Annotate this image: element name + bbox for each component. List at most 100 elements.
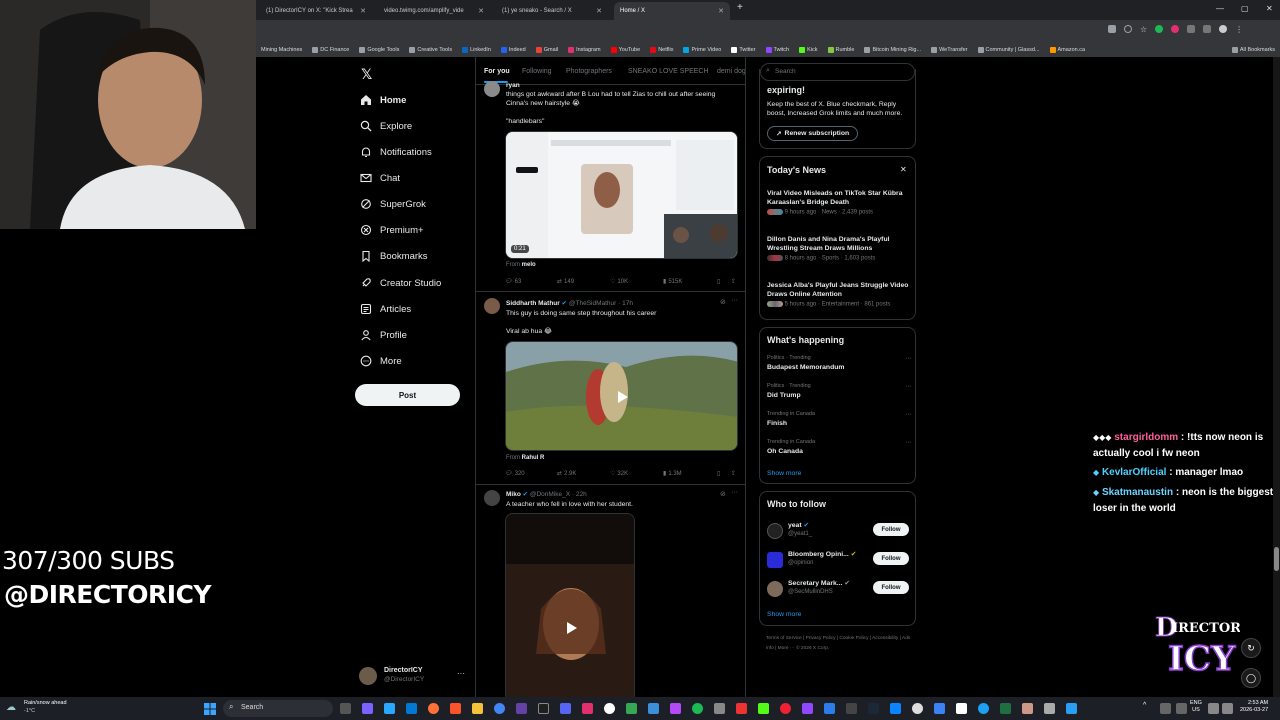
bookmark-item[interactable]: Prime Video	[678, 46, 726, 53]
views-button[interactable]: ▮ 515K	[663, 278, 682, 286]
taskbar-app-icon[interactable]	[516, 703, 527, 714]
wifi-icon[interactable]	[1208, 703, 1219, 714]
share-icon[interactable]: ⇪	[731, 470, 736, 477]
tab-following[interactable]: Following	[522, 68, 552, 75]
follow-button[interactable]: Follow	[873, 523, 909, 536]
video-source[interactable]: From Rahul R	[506, 455, 544, 461]
tweet-video[interactable]: 0:21	[505, 131, 738, 259]
nav-chat[interactable]: Chat	[360, 170, 400, 186]
grok-icon[interactable]: ⊘	[720, 298, 726, 306]
clock[interactable]: 2:53 AM 2026-03-27	[1240, 700, 1268, 714]
scrollbar-thumb[interactable]	[1274, 547, 1279, 571]
bookmark-item[interactable]: Creative Tools	[404, 46, 457, 53]
nav-creator-studio[interactable]: Creator Studio	[360, 275, 441, 291]
more-icon[interactable]: ···	[731, 489, 738, 496]
taskbar-app-icon[interactable]	[362, 703, 373, 714]
chrome-icon[interactable]	[494, 703, 505, 714]
close-icon[interactable]: ✕	[478, 7, 484, 15]
browser-tab[interactable]: video.twimg.com/amplify_vide ✕	[378, 2, 490, 20]
reply-button[interactable]: 💬︎ 320	[505, 470, 525, 478]
more-icon[interactable]: ···	[731, 297, 738, 304]
follow-suggestion[interactable]: Bloomberg Opini... ✔ @opinion Follow	[767, 549, 912, 571]
taskbar-search[interactable]: ⌕ Search	[223, 700, 333, 717]
close-icon[interactable]: ✕	[360, 7, 366, 15]
new-tab-icon[interactable]: +	[737, 2, 743, 13]
browser-tab-active[interactable]: Home / X ✕	[614, 2, 730, 20]
taskbar-app-icon[interactable]	[978, 703, 989, 714]
close-icon[interactable]: ✕	[596, 7, 602, 15]
tray-icon[interactable]	[1160, 703, 1171, 714]
file-explorer-icon[interactable]	[472, 703, 483, 714]
bookmark-icon[interactable]: ▯	[717, 470, 720, 477]
weather-text[interactable]: Rain/snow ahead	[24, 700, 67, 706]
taskbar-app-icon[interactable]	[582, 703, 593, 714]
tweet[interactable]: Siddharth Mathur ✔ @TheSidMathur · 17h ⊘…	[476, 292, 745, 484]
taskbar-app-icon[interactable]	[736, 703, 747, 714]
bookmark-item[interactable]: Amazon.ca	[1045, 46, 1091, 53]
footer-link[interactable]: Accessibility	[872, 636, 898, 641]
chat-bubble-icon[interactable]: ◯	[1241, 668, 1261, 688]
taskbar-app-icon[interactable]	[1022, 703, 1033, 714]
obs-icon[interactable]	[604, 703, 615, 714]
grok-icon[interactable]: ⊘	[720, 490, 726, 498]
news-item[interactable]: Dillon Danis and Nina Drama's Playful Wr…	[767, 236, 912, 262]
taskbar-app-icon[interactable]	[824, 703, 835, 714]
bookmark-item[interactable]: Netflix	[645, 46, 678, 53]
taskbar-app-icon[interactable]	[934, 703, 945, 714]
kick-icon[interactable]	[758, 703, 769, 714]
taskbar-app-icon[interactable]	[912, 703, 923, 714]
trend-item[interactable]: Trending in Canada Oh Canada ···	[767, 439, 912, 455]
profile-avatar-icon[interactable]	[1219, 25, 1228, 33]
bookmark-item[interactable]: Rumble	[823, 46, 860, 53]
extension-icon[interactable]	[1155, 25, 1164, 33]
nav-notifications[interactable]: Notifications	[360, 144, 432, 160]
post-button[interactable]: Post	[355, 384, 460, 406]
tab-for-you[interactable]: For you	[484, 68, 510, 75]
show-more-link[interactable]: Show more	[767, 611, 801, 618]
account-switcher[interactable]: DirectorICY @DirectorICY ···	[359, 665, 467, 687]
taskbar-app-icon[interactable]	[340, 703, 351, 714]
nav-supergrok[interactable]: SuperGrok	[360, 196, 426, 212]
star-icon[interactable]: ☆	[1140, 25, 1147, 37]
news-item[interactable]: Jessica Alba's Playful Jeans Struggle Vi…	[767, 282, 912, 308]
minimize-icon[interactable]: —	[1216, 4, 1224, 13]
bookmark-item[interactable]: Indeed	[496, 46, 531, 53]
like-button[interactable]: ♡ 32K	[610, 470, 628, 478]
taskbar-app-icon[interactable]	[384, 703, 395, 714]
browser-tab[interactable]: (1) ye sneako - Search / X ✕	[496, 2, 608, 20]
tweet[interactable]: ryan things got awkward after B Lou had …	[476, 81, 745, 291]
bookmark-item[interactable]: LinkedIn	[457, 46, 496, 53]
bookmark-item[interactable]: Kick	[794, 46, 822, 53]
nav-articles[interactable]: Articles	[360, 301, 411, 317]
taskbar-app-icon[interactable]	[780, 703, 791, 714]
follow-suggestion[interactable]: Secretary Mark... ✔ @SecMullinDHS Follow	[767, 578, 912, 600]
taskbar-app-icon[interactable]	[626, 703, 637, 714]
tweet-video[interactable]	[505, 513, 635, 697]
taskbar-app-icon[interactable]	[538, 703, 549, 714]
like-button[interactable]: ♡ 10K	[610, 278, 628, 286]
taskbar-app-icon[interactable]	[1066, 703, 1077, 714]
nav-more[interactable]: More	[360, 353, 402, 369]
spotify-icon[interactable]	[692, 703, 703, 714]
tray-icon[interactable]	[1176, 703, 1187, 714]
taskbar-app-icon[interactable]	[714, 703, 725, 714]
bookmark-item[interactable]: Gmail	[531, 46, 563, 53]
bookmark-item[interactable]: Bitcoin Mining Rig...	[859, 46, 926, 53]
follow-button[interactable]: Follow	[873, 581, 909, 594]
taskbar-app-icon[interactable]	[1000, 703, 1011, 714]
tweet-video[interactable]	[505, 341, 738, 451]
x-app-icon[interactable]	[956, 703, 967, 714]
more-icon[interactable]: ···	[457, 669, 465, 678]
brave-icon[interactable]	[450, 703, 461, 714]
search-icon[interactable]	[1124, 25, 1132, 33]
bookmark-item[interactable]: Mining Machines	[256, 47, 307, 53]
follow-suggestion[interactable]: yeat ✔ @yeat1_ Follow	[767, 520, 912, 542]
reply-button[interactable]: 💬︎ 63	[505, 278, 521, 286]
discord-icon[interactable]	[560, 703, 571, 714]
more-icon[interactable]: ···	[905, 439, 912, 446]
scrollbar[interactable]	[1273, 57, 1280, 697]
nav-explore[interactable]: Explore	[360, 118, 412, 134]
play-icon[interactable]	[612, 387, 632, 407]
taskbar-app-icon[interactable]	[648, 703, 659, 714]
more-icon[interactable]: ···	[905, 411, 912, 418]
